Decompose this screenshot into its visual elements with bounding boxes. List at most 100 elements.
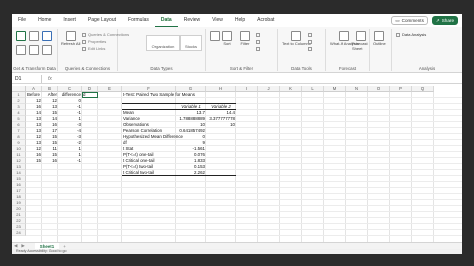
organization-type-button[interactable]: Organization [146,35,180,51]
refresh-icon [65,31,76,41]
column-header-n[interactable]: N [346,86,368,92]
text-file-icon [29,31,39,41]
column-header-j[interactable]: J [258,86,280,92]
text-to-columns-label: Text to Columns [282,41,311,46]
column-header-i[interactable]: I [236,86,258,92]
column-header-e[interactable]: E [98,86,122,92]
database-icon [16,31,26,41]
column-header-o[interactable]: O [368,86,390,92]
row-header-24[interactable]: 24 [12,230,26,236]
menu-data[interactable]: Data [154,14,178,27]
menu-insert[interactable]: Insert [57,14,82,27]
sort-filter-group-label: Sort & Filter [229,66,254,71]
filter-button[interactable]: Filter [240,31,250,46]
reapply-filter-item[interactable] [256,40,260,44]
menu-right: ▭ Comments ↗ Share [391,16,462,25]
add-sheet-button[interactable]: + [59,244,70,249]
outline-button[interactable]: Outline [373,31,386,46]
filter-label: Filter [240,41,250,46]
table-icon [16,45,26,55]
fx-icon[interactable]: fx [42,76,58,82]
flash-fill-item[interactable] [308,33,312,37]
forecast-group: What-If Analysis Forecast Sheet Forecast [326,29,370,71]
sort-button[interactable]: Sort [222,31,232,46]
share-button[interactable]: ↗ Share [431,16,458,25]
spreadsheet-grid[interactable]: A B C D E F G H I J K L M N O P Q 1 2 3 4 5 6 7 8 9 10 11 12 13 14 15 16… [12,86,462,242]
gridline-horizontal [26,211,462,212]
web-icon [42,31,52,41]
queries-group: Refresh All Queries & Connections Proper… [58,29,129,71]
status-bar: Ready Accessibility: Good to go [12,249,462,254]
stocks-type-button[interactable]: Stocks [180,35,202,51]
text-to-columns-button[interactable]: Text to Columns [282,31,311,46]
data-tools-group-label: Data Tools [291,66,312,71]
data-validation-item[interactable] [308,47,312,51]
from-web-button[interactable] [42,31,52,41]
gridline-horizontal [26,127,462,128]
menu-view[interactable]: View [206,14,229,27]
menu-review[interactable]: Review [178,14,206,27]
menu-file[interactable]: File [12,14,32,27]
forecast-sheet-button[interactable]: Forecast Sheet [352,31,369,51]
advanced-filter-item[interactable] [256,47,260,51]
sort-az-button[interactable] [210,31,220,41]
from-table-button[interactable] [16,45,26,55]
existing-connections-button[interactable] [42,45,52,55]
cell-before[interactable]: 15 [26,158,42,164]
data-analysis-icon [396,32,400,37]
queries-group-label: Queries & Connections [64,66,111,71]
menu-bar: File Home Insert Page Layout Formulas Da… [12,14,462,27]
forecast-group-label: Forecast [338,66,357,71]
analysis-group: Data Analysis Analysis [392,29,462,71]
data-analysis-label: Data Analysis [402,32,427,37]
ttest-top-rule [122,103,236,104]
remove-duplicates-item[interactable] [308,40,312,44]
analysis-group-label: Analysis [418,66,436,71]
refresh-all-button[interactable]: Refresh All [61,31,80,46]
ttest-bottom-rule [122,175,236,176]
name-box[interactable]: D1 [12,74,42,83]
forecast-icon [355,31,366,41]
active-cell-selection [82,92,98,98]
column-header-l[interactable]: L [302,86,324,92]
comment-icon: ▭ [395,18,400,23]
gridline-horizontal [26,103,462,104]
properties-icon [82,39,86,44]
column-header-p[interactable]: P [390,86,412,92]
data-types-group-label: Data Types [150,66,173,71]
from-text-button[interactable] [29,31,39,41]
cell-after[interactable]: 16 [42,158,58,164]
cell-difference[interactable]: -1 [58,158,82,164]
column-header-q[interactable]: Q [412,86,434,92]
menu-formulas[interactable]: Formulas [122,14,155,27]
gridline-horizontal [26,151,462,152]
edit-links-item[interactable]: Edit Links [82,46,105,51]
gridline-horizontal [26,187,462,188]
clear-filter-item[interactable] [256,33,260,37]
queries-icon [82,32,86,37]
menu-acrobat[interactable]: Acrobat [251,14,280,27]
gridline-horizontal [26,217,462,218]
ribbon: Get & Transform Data Refresh All Queries… [12,27,462,73]
data-tools-group: Text to Columns Data Tools [278,29,326,71]
column-header-k[interactable]: K [280,86,302,92]
gridline-horizontal [26,157,462,158]
stocks-label: Stocks [184,44,197,49]
menu-help[interactable]: Help [229,14,251,27]
comments-button[interactable]: ▭ Comments [391,16,428,25]
data-analysis-button[interactable]: Data Analysis [396,32,426,37]
gridline-horizontal [26,163,462,164]
menu-home[interactable]: Home [32,14,57,27]
column-header-m[interactable]: M [324,86,346,92]
data-types-group: Organization Stocks Data Types [118,29,206,71]
menu-page-layout[interactable]: Page Layout [82,14,122,27]
gridline-horizontal [26,121,462,122]
comments-label: Comments [401,18,424,23]
what-if-icon [339,31,350,41]
ttest-title[interactable]: t-Test: Paired Two Sample for Means [122,92,232,98]
recent-icon [29,45,39,55]
get-data-button[interactable] [16,31,26,41]
properties-item[interactable]: Properties [82,39,106,44]
recent-sources-button[interactable] [29,45,39,55]
excel-window: File Home Insert Page Layout Formulas Da… [12,14,462,254]
